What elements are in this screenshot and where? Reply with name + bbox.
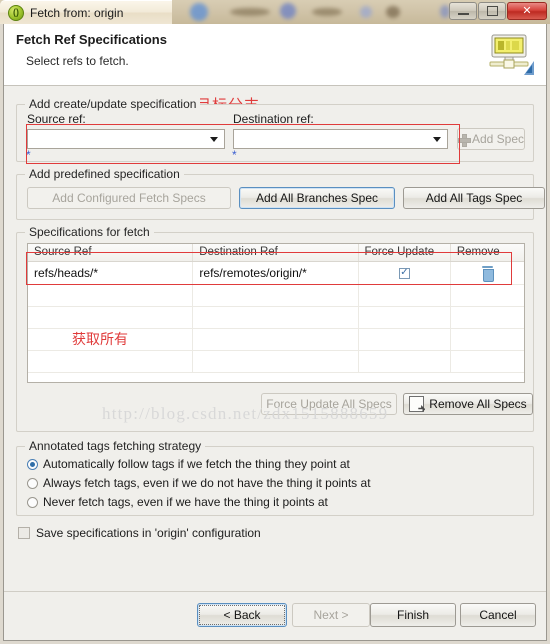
- add-all-branches-spec-label: Add All Branches Spec: [255, 191, 379, 205]
- back-button[interactable]: < Back: [197, 603, 287, 627]
- radio-auto-follow-tags-label: Automatically follow tags if we fetch th…: [43, 457, 350, 471]
- dialog-content: Add create/update specification Source r…: [4, 86, 546, 641]
- close-button[interactable]: ✕: [507, 2, 547, 20]
- back-button-label: < Back: [223, 608, 261, 622]
- destination-required-marker: *: [232, 148, 237, 162]
- page-title: Fetch Ref Specifications: [16, 32, 167, 47]
- predefined-legend: Add predefined specification: [25, 167, 184, 181]
- destination-ref-combo[interactable]: [233, 129, 448, 149]
- remote-server-icon: [489, 34, 534, 75]
- save-specifications-checkbox[interactable]: [18, 527, 30, 539]
- radio-unselected-icon: [27, 477, 38, 489]
- add-all-branches-spec-button[interactable]: Add All Branches Spec: [239, 187, 395, 209]
- source-required-marker: *: [26, 148, 31, 162]
- git-icon: (): [8, 4, 24, 21]
- tags-strategy-legend: Annotated tags fetching strategy: [25, 439, 206, 453]
- window-controls: ✕: [449, 2, 547, 20]
- chevron-down-icon: [210, 136, 218, 142]
- save-specifications-checkbox-row[interactable]: Save specifications in 'origin' configur…: [18, 526, 261, 540]
- cancel-button[interactable]: Cancel: [460, 603, 536, 627]
- table-row-empty: [28, 306, 524, 329]
- radio-never-fetch-tags-label: Never fetch tags, even if we have the th…: [43, 495, 328, 509]
- radio-always-fetch-tags-label: Always fetch tags, even if we do not hav…: [43, 476, 371, 490]
- cell-destination-ref: refs/remotes/origin/*: [193, 262, 359, 284]
- add-all-tags-spec-label: Add All Tags Spec: [425, 191, 523, 205]
- minimize-button[interactable]: [449, 2, 477, 20]
- watermark: http://blog.csdn.net/zdx1515888659: [102, 404, 389, 423]
- add-spec-label: Add Spec: [471, 132, 524, 146]
- predefined-group: Add predefined specification Add Configu…: [16, 167, 545, 220]
- table-row[interactable]: refs/heads/* refs/remotes/origin/* ✓: [28, 262, 524, 285]
- table-row-empty: [28, 284, 524, 307]
- tags-strategy-group: Annotated tags fetching strategy Automat…: [16, 439, 534, 516]
- column-header-source-ref: Source Ref: [28, 244, 194, 261]
- radio-auto-follow-tags[interactable]: Automatically follow tags if we fetch th…: [27, 457, 350, 471]
- radio-unselected-icon: [27, 496, 38, 508]
- remove-page-icon: [409, 396, 425, 412]
- table-header-row: Source Ref Destination Ref Force Update …: [28, 244, 524, 262]
- next-button[interactable]: Next >: [292, 603, 370, 627]
- radio-selected-icon: [27, 458, 38, 470]
- trash-icon[interactable]: [482, 266, 494, 282]
- source-ref-combo[interactable]: [27, 129, 225, 149]
- radio-never-fetch-tags[interactable]: Never fetch tags, even if we have the th…: [27, 495, 328, 509]
- dialog-body: Fetch Ref Specifications Select refs to …: [3, 24, 547, 641]
- finish-button-label: Finish: [396, 608, 429, 622]
- cell-force-update[interactable]: ✓: [359, 262, 452, 284]
- table-row-empty: [28, 350, 524, 373]
- cell-source-ref: refs/heads/*: [28, 262, 194, 284]
- add-configured-fetch-specs-button[interactable]: Add Configured Fetch Specs: [27, 187, 231, 209]
- source-ref-label: Source ref:: [27, 112, 86, 126]
- specs-table[interactable]: Source Ref Destination Ref Force Update …: [27, 243, 525, 383]
- radio-always-fetch-tags[interactable]: Always fetch tags, even if we do not hav…: [27, 476, 371, 490]
- restore-button[interactable]: [478, 2, 506, 20]
- finish-button[interactable]: Finish: [370, 603, 456, 627]
- annotation-table: 获取所有: [72, 332, 128, 348]
- remove-all-specs-label: Remove All Specs: [429, 397, 527, 411]
- specs-legend: Specifications for fetch: [25, 225, 154, 239]
- window-title: Fetch from: origin: [30, 5, 124, 20]
- column-header-force-update: Force Update: [359, 244, 451, 261]
- create-update-group: Add create/update specification Source r…: [16, 97, 534, 162]
- add-spec-button[interactable]: Add Spec: [457, 128, 525, 150]
- next-button-label: Next >: [313, 608, 349, 622]
- column-header-remove: Remove: [456, 246, 500, 258]
- fetch-dialog-window: () Fetch from: origin ✕ Fetch Ref Specif…: [0, 0, 550, 644]
- save-specifications-label: Save specifications in 'origin' configur…: [36, 526, 261, 540]
- add-configured-fetch-specs-label: Add Configured Fetch Specs: [52, 191, 206, 205]
- column-header-destination-ref: Destination Ref: [193, 244, 359, 261]
- cell-remove[interactable]: [451, 262, 524, 284]
- add-all-tags-spec-button[interactable]: Add All Tags Spec: [403, 187, 545, 209]
- cancel-button-label: Cancel: [479, 608, 517, 622]
- title-bar-left: () Fetch from: origin: [0, 0, 172, 24]
- title-bar: () Fetch from: origin ✕: [0, 0, 550, 24]
- chevron-down-icon: [433, 136, 441, 142]
- footer-button-bar: < Back Next > Finish Cancel: [4, 589, 546, 641]
- destination-ref-label: Destination ref:: [233, 112, 314, 126]
- dialog-banner: Fetch Ref Specifications Select refs to …: [4, 24, 546, 86]
- create-update-legend: Add create/update specification: [25, 97, 201, 111]
- plus-icon: [458, 133, 471, 147]
- force-update-checkbox[interactable]: ✓: [398, 267, 410, 279]
- remove-all-specs-button[interactable]: Remove All Specs: [403, 393, 533, 415]
- page-subtitle: Select refs to fetch.: [26, 54, 129, 68]
